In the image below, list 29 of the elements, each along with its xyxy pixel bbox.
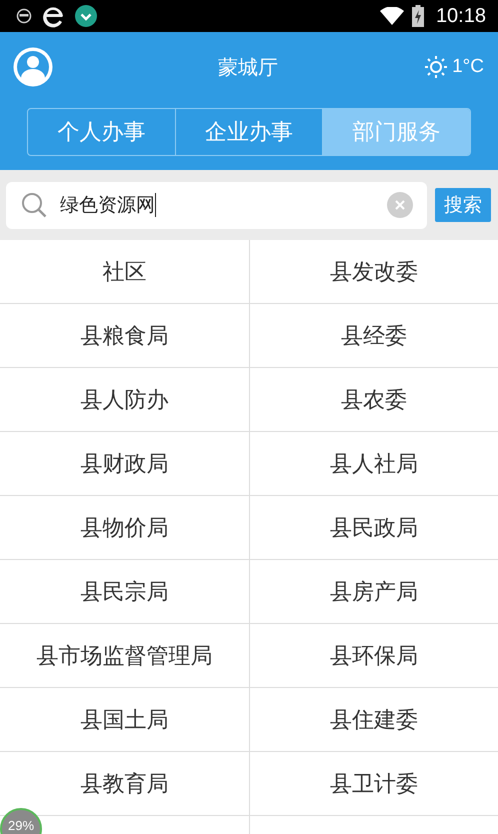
- department-item[interactable]: 县农委: [340, 384, 407, 414]
- department-item[interactable]: 社区: [102, 256, 146, 286]
- department-item[interactable]: 县卫计委: [330, 768, 418, 798]
- screen-title: 蒙城厅: [217, 54, 279, 80]
- department-item[interactable]: 县住建委: [330, 704, 418, 734]
- department-item[interactable]: 县经委: [340, 320, 407, 350]
- department-item[interactable]: 县人社局: [330, 448, 418, 478]
- search-icon: [20, 191, 48, 219]
- department-item[interactable]: 县房产局: [330, 576, 418, 606]
- department-item[interactable]: 县物价局: [80, 512, 168, 542]
- department-item[interactable]: 县粮食局: [80, 320, 168, 350]
- department-item[interactable]: 县发改委: [330, 256, 418, 286]
- check-icon: [74, 4, 98, 28]
- department-item[interactable]: 县市场监督管理局: [36, 640, 212, 670]
- department-item[interactable]: 县人防办: [80, 384, 168, 414]
- department-item[interactable]: 县教育局: [80, 768, 168, 798]
- sun-icon: [424, 55, 448, 79]
- clock-time: 10:18: [436, 4, 486, 28]
- department-item[interactable]: 县环保局: [330, 640, 418, 670]
- department-item[interactable]: 县财政局: [80, 448, 168, 478]
- avatar-icon[interactable]: [12, 46, 54, 88]
- search-field[interactable]: 绿色资源网: [6, 182, 427, 228]
- battery-icon: [412, 5, 424, 27]
- wifi-icon: [380, 7, 404, 25]
- department-item[interactable]: 县民宗局: [80, 576, 168, 606]
- department-item[interactable]: 县民政局: [330, 512, 418, 542]
- clear-icon[interactable]: [387, 192, 413, 218]
- department-item[interactable]: 县国土局: [80, 704, 168, 734]
- temperature: 1°C: [452, 56, 484, 78]
